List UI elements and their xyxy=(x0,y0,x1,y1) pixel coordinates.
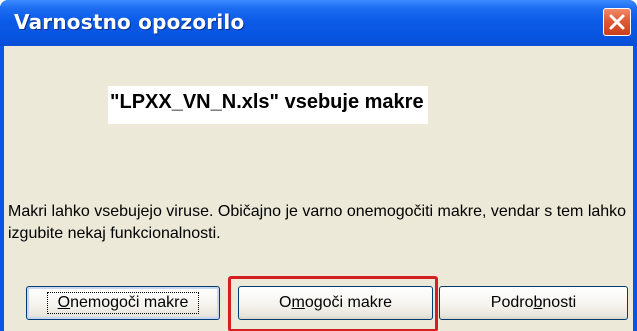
details-label: Podrobnosti xyxy=(490,294,577,311)
enable-macros-button[interactable]: Omogoči makre xyxy=(238,286,433,320)
title-bar[interactable]: Varnostno opozorilo xyxy=(0,0,637,46)
disable-macros-label: Onemogoči makre xyxy=(46,292,200,314)
enable-macros-label: Omogoči makre xyxy=(279,294,392,311)
close-button[interactable] xyxy=(603,8,631,36)
dialog-body: "LPXX_VN_N.xls" vsebuje makre Makri lahk… xyxy=(4,46,633,331)
details-button[interactable]: Podrobnosti xyxy=(439,286,628,320)
window-title: Varnostno opozorilo xyxy=(14,10,245,34)
warning-text: Makri lahko vsebujejo viruse. Običajno j… xyxy=(8,203,627,242)
close-x-icon xyxy=(609,14,625,30)
disable-macros-button[interactable]: Onemogoči makre xyxy=(26,286,220,320)
macro-file-message: "LPXX_VN_N.xls" vsebuje makre xyxy=(108,86,428,124)
security-warning-dialog: Varnostno opozorilo "LPXX_VN_N.xls" vseb… xyxy=(0,0,637,331)
